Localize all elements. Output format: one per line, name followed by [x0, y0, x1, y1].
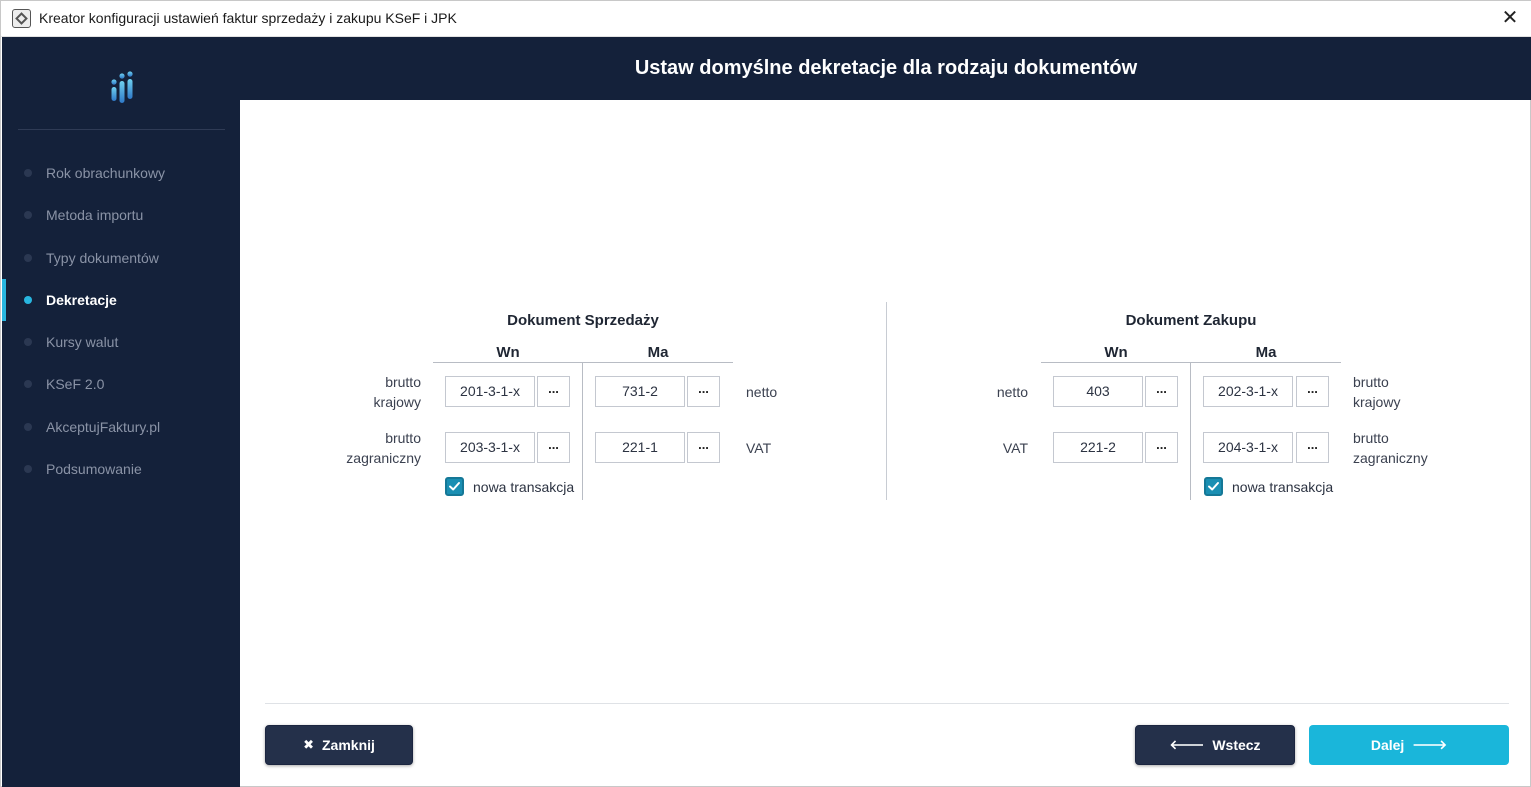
sales-col-wn: Wn [496, 344, 520, 361]
purchase-vat-label: VAT [1002, 440, 1028, 456]
step-dot-icon [24, 254, 32, 262]
sales-column-divider [582, 362, 583, 500]
close-button[interactable]: ✖ Zamknij [265, 725, 413, 765]
panels-divider [886, 302, 887, 500]
sidebar: Rok obrachunkowy Metoda importu Typy dok… [2, 37, 240, 787]
purchase-col-ma: Ma [1255, 344, 1277, 361]
step-dot-icon [24, 423, 32, 431]
window-title: Kreator konfiguracji ustawień faktur spr… [39, 10, 457, 26]
footer-divider [265, 703, 1509, 704]
purchase-brutto-krajowy-ma-browse-button[interactable]: ... [1296, 376, 1329, 407]
sidebar-item-label: Podsumowanie [46, 461, 142, 477]
sales-netto-ma-input[interactable]: 731-2 [595, 376, 685, 407]
logo-icon [111, 71, 133, 103]
sidebar-item-podsumowanie[interactable]: Podsumowanie [2, 454, 240, 484]
sidebar-item-label: Kursy walut [46, 334, 119, 350]
app-icon [12, 9, 31, 28]
sales-row2-label: brutto zagraniczny [346, 430, 421, 466]
sales-netto-label: netto [746, 384, 778, 400]
sales-brutto-krajowy-wn-input[interactable]: 201-3-1-x [445, 376, 535, 407]
sidebar-item-kursy-walut[interactable]: Kursy walut [2, 327, 240, 357]
sidebar-item-label: AkceptujFaktury.pl [46, 419, 161, 435]
purchase-vat-wn-input[interactable]: 221-2 [1053, 432, 1143, 463]
purchase-row2-label: brutto zagraniczny [1353, 430, 1428, 466]
sidebar-item-typy-dokumentow[interactable]: Typy dokumentów [2, 243, 240, 273]
sales-nowa-transakcja-checkbox[interactable] [445, 477, 464, 496]
sales-vat-ma-input[interactable]: 221-1 [595, 432, 685, 463]
step-dot-icon [24, 380, 32, 388]
purchase-netto-label: netto [996, 384, 1028, 400]
step-dot-icon [24, 169, 32, 177]
purchase-col-wn: Wn [1104, 344, 1128, 361]
purchase-nowa-transakcja-label: nowa transakcja [1232, 479, 1334, 495]
close-button-label: Zamknij [322, 737, 375, 753]
step-dot-icon [24, 465, 32, 473]
title-bar: Kreator konfiguracji ustawień faktur spr… [1, 1, 1531, 37]
sales-col-ma: Ma [647, 344, 669, 361]
sidebar-item-metoda-importu[interactable]: Metoda importu [2, 200, 240, 230]
purchase-brutto-zagraniczny-ma-browse-button[interactable]: ... [1296, 432, 1329, 463]
next-button[interactable]: Dalej 🡒 [1309, 725, 1509, 765]
sidebar-item-label: Rok obrachunkowy [46, 165, 166, 181]
sidebar-item-label: Dekretacje [46, 292, 117, 308]
purchase-header-line [1041, 362, 1341, 363]
back-button[interactable]: 🡐 Wstecz [1135, 725, 1295, 765]
purchase-netto-wn-input[interactable]: 403 [1053, 376, 1143, 407]
close-icon: ✖ [303, 737, 314, 752]
purchase-nowa-transakcja-checkbox[interactable] [1204, 477, 1223, 496]
sales-header-line [433, 362, 733, 363]
close-icon[interactable]: ✕ [1499, 7, 1521, 29]
purchase-brutto-zagraniczny-ma-input[interactable]: 204-3-1-x [1203, 432, 1293, 463]
sales-netto-ma-browse-button[interactable]: ... [687, 376, 720, 407]
sales-panel-title: Dokument Sprzedaży [507, 312, 659, 329]
next-button-label: Dalej [1370, 737, 1405, 753]
step-dot-icon [24, 296, 32, 304]
sidebar-divider [18, 129, 225, 130]
sidebar-item-label: Typy dokumentów [46, 250, 159, 266]
sidebar-item-rok-obrachunkowy[interactable]: Rok obrachunkowy [2, 158, 240, 188]
purchase-column-divider [1190, 362, 1191, 500]
page-header: Ustaw domyślne dekretacje dla rodzaju do… [240, 37, 1531, 100]
arrow-left-icon: 🡐 [1169, 737, 1205, 752]
sales-brutto-zagraniczny-wn-browse-button[interactable]: ... [537, 432, 570, 463]
sidebar-item-label: Metoda importu [46, 207, 144, 223]
back-button-label: Wstecz [1212, 737, 1261, 753]
sales-row1-label: brutto krajowy [373, 374, 421, 410]
purchase-brutto-krajowy-ma-input[interactable]: 202-3-1-x [1203, 376, 1293, 407]
sales-brutto-zagraniczny-wn-input[interactable]: 203-3-1-x [445, 432, 535, 463]
checkmark-icon [449, 482, 460, 491]
step-dot-icon [24, 211, 32, 219]
sales-brutto-krajowy-wn-browse-button[interactable]: ... [537, 376, 570, 407]
purchase-vat-wn-browse-button[interactable]: ... [1145, 432, 1178, 463]
page-title: Ustaw domyślne dekretacje dla rodzaju do… [634, 57, 1138, 79]
purchase-row1-label: brutto krajowy [1353, 374, 1401, 410]
sidebar-item-label: KSeF 2.0 [46, 376, 105, 392]
sidebar-item-ksef[interactable]: KSeF 2.0 [2, 369, 240, 399]
sidebar-item-dekretacje[interactable]: Dekretacje [2, 279, 240, 321]
sales-nowa-transakcja-label: nowa transakcja [473, 479, 575, 495]
sidebar-item-akceptujfaktury[interactable]: AkceptujFaktury.pl [2, 412, 240, 442]
active-indicator [2, 279, 6, 321]
arrow-right-icon: 🡒 [1412, 737, 1448, 752]
step-dot-icon [24, 338, 32, 346]
sales-vat-label: VAT [746, 440, 772, 456]
purchase-panel-title: Dokument Zakupu [1125, 312, 1257, 329]
checkmark-icon [1208, 482, 1219, 491]
sales-vat-ma-browse-button[interactable]: ... [687, 432, 720, 463]
wizard-window: Kreator konfiguracji ustawień faktur spr… [0, 0, 1531, 787]
purchase-netto-wn-browse-button[interactable]: ... [1145, 376, 1178, 407]
